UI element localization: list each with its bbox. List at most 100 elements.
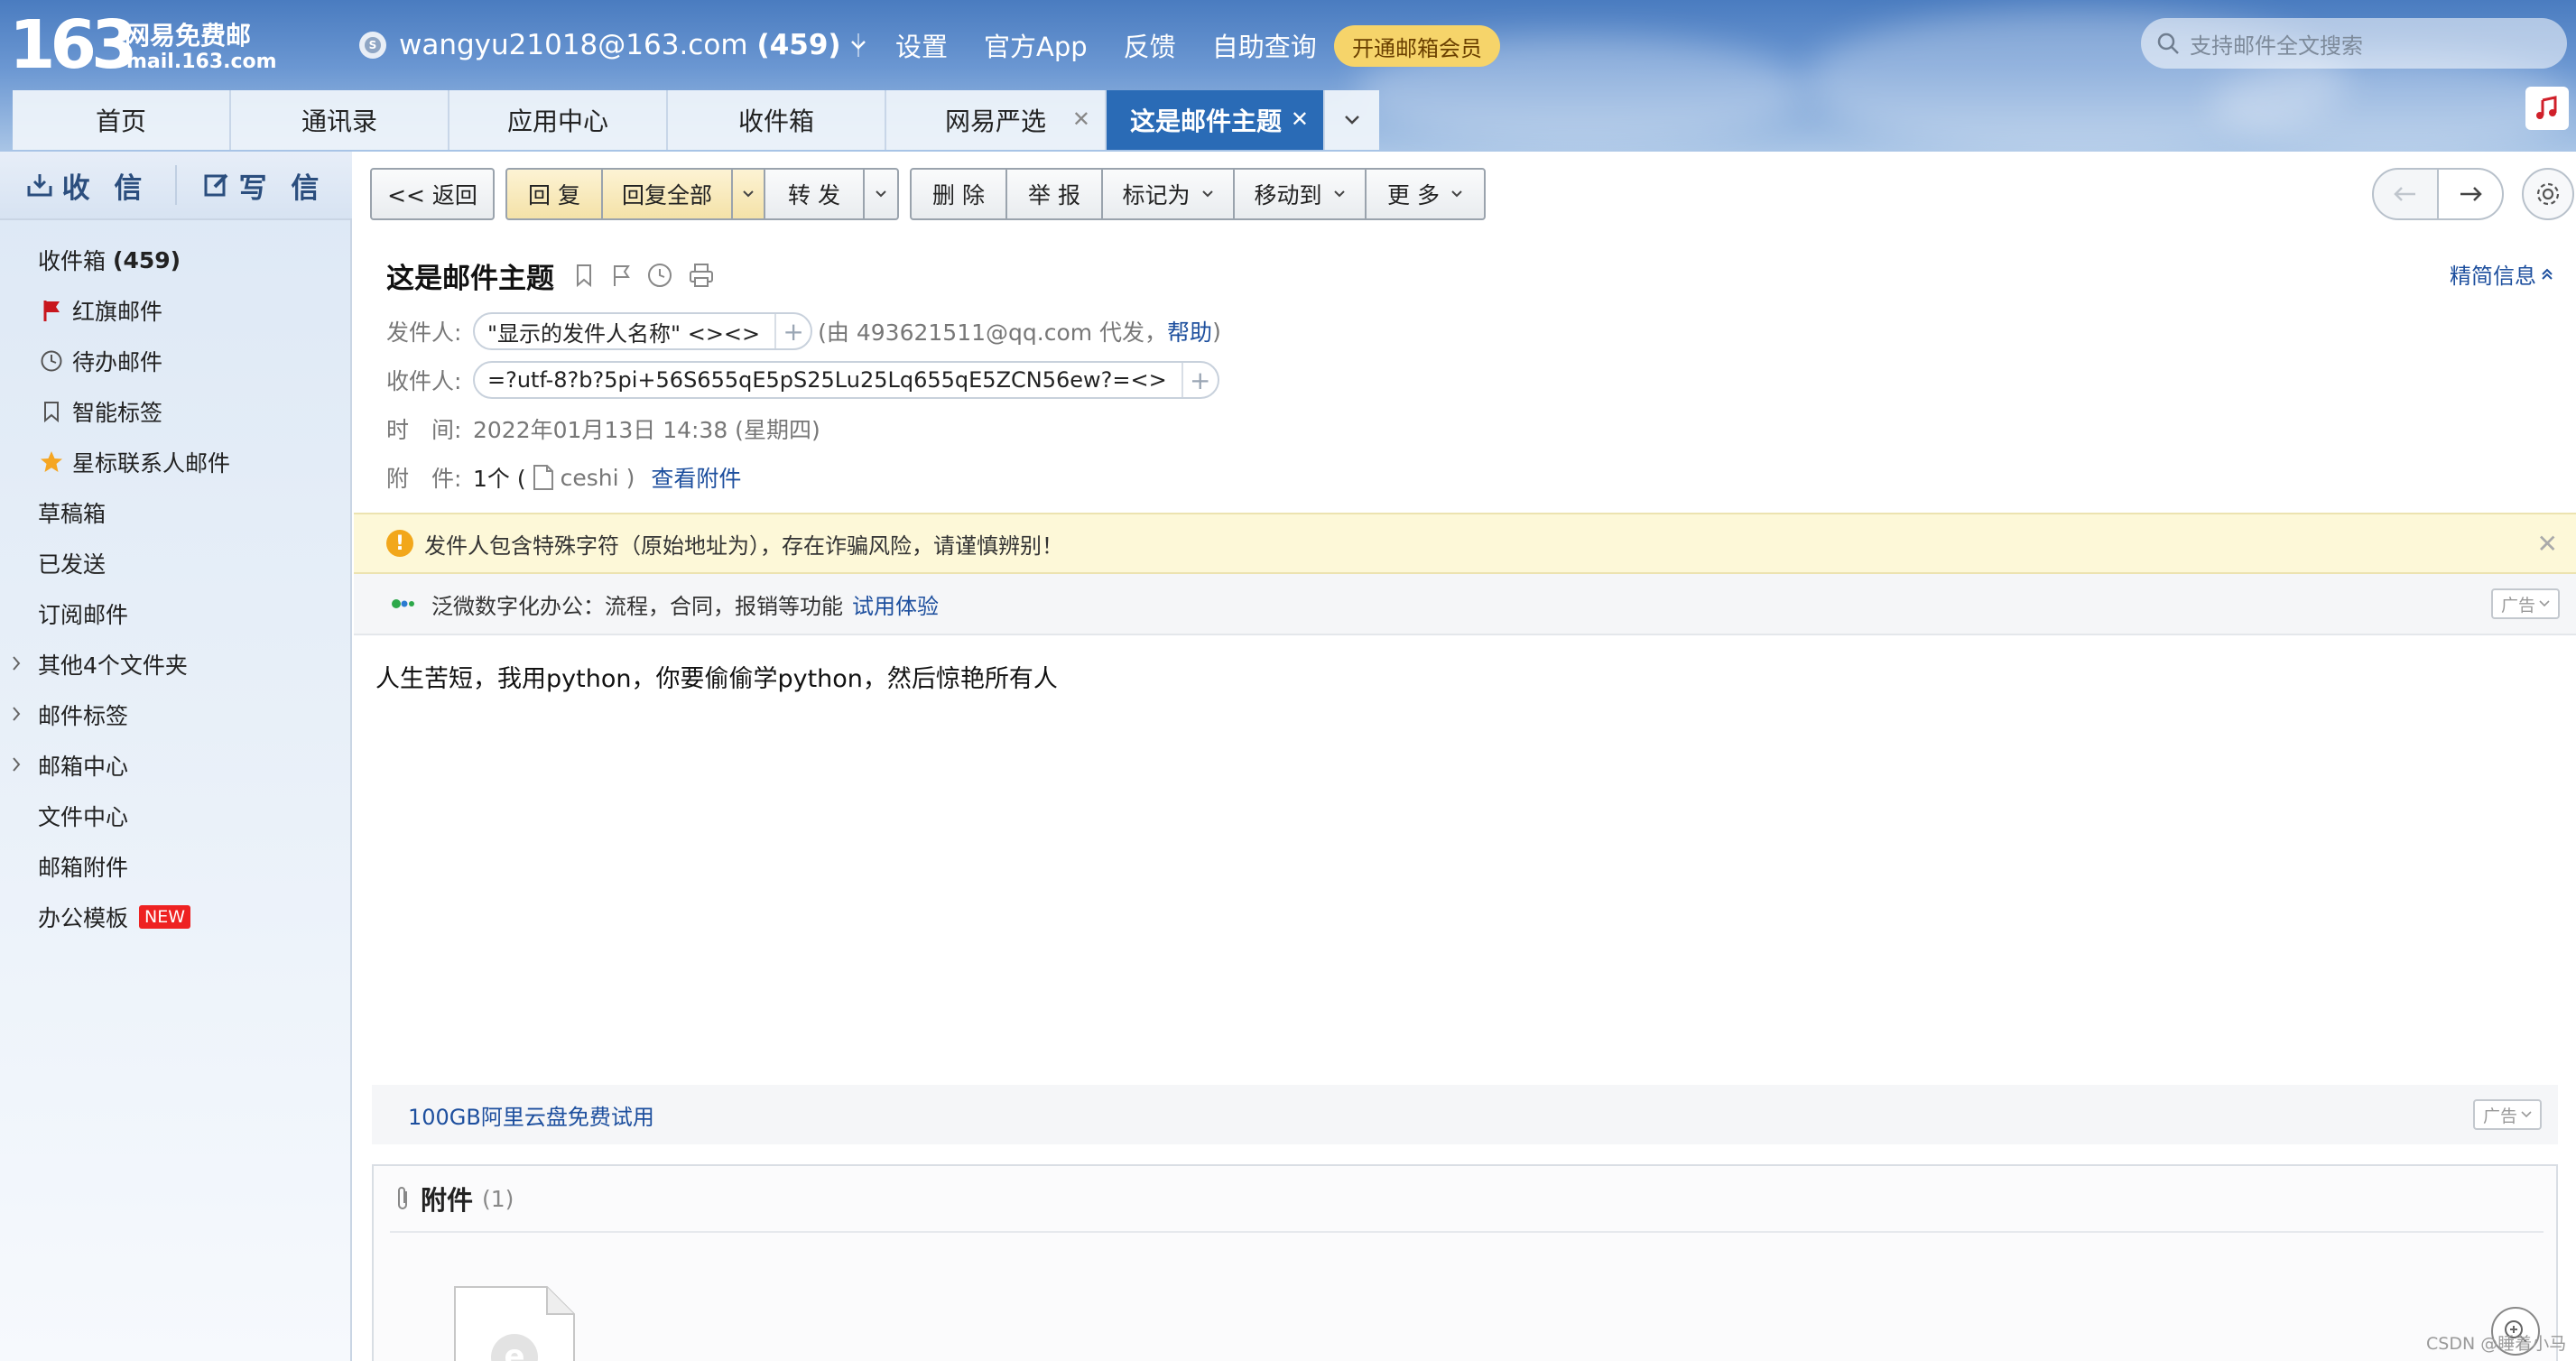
move-to-button[interactable]: 移动到: [1233, 168, 1367, 220]
folder-inbox[interactable]: 收件箱 (459): [0, 235, 352, 285]
next-mail-button[interactable]: [2437, 168, 2504, 220]
tab-current-mail[interactable]: 这是邮件主题 ✕: [1107, 90, 1325, 150]
delete-button[interactable]: 删 除: [910, 168, 1007, 220]
nav-feedback[interactable]: 反馈: [1124, 26, 1176, 64]
folder-drafts[interactable]: 草稿箱: [0, 487, 352, 538]
trial-link[interactable]: 试用体验: [852, 588, 939, 620]
folder-subscriptions[interactable]: 订阅邮件: [0, 588, 352, 639]
reply-all-button[interactable]: 回复全部: [601, 168, 733, 220]
chevron-right-icon[interactable]: [11, 704, 22, 724]
account-email: wangyu21018@163.com: [399, 29, 748, 61]
tab-yanxuan[interactable]: 网易严选 ✕: [886, 90, 1107, 150]
folder-label: 办公模板: [38, 905, 129, 931]
chevron-down-icon: [875, 190, 887, 199]
nav-divider: [857, 33, 859, 57]
compose-button[interactable]: 写 信: [177, 152, 352, 218]
flag-icon[interactable]: [610, 263, 632, 288]
nav-self-service[interactable]: 自助查询: [1212, 26, 1317, 64]
close-icon[interactable]: ✕: [2537, 529, 2558, 559]
ad-tag[interactable]: 广告: [2473, 1099, 2542, 1130]
to-label: 收件人:: [386, 368, 462, 394]
settings-button[interactable]: [2522, 168, 2574, 220]
vip-button[interactable]: 开通邮箱会员: [1334, 25, 1500, 67]
add-contact-icon[interactable]: +: [1181, 363, 1218, 397]
previous-mail-button[interactable]: [2372, 168, 2439, 220]
sender-chip[interactable]: "显示的发件人名称" <><> +: [473, 312, 813, 350]
close-icon[interactable]: ✕: [1072, 106, 1090, 132]
chevron-down-icon: [2539, 600, 2550, 607]
clock-icon[interactable]: [646, 262, 673, 289]
music-button[interactable]: [2525, 87, 2569, 130]
search-box[interactable]: 支持邮件全文搜索: [2141, 18, 2567, 69]
folder-label: 已发送: [38, 551, 107, 578]
nav-official-app[interactable]: 官方App: [984, 26, 1088, 64]
attachment-file-thumbnail[interactable]: e: [453, 1285, 576, 1361]
folder-label: 其他4个文件夹: [38, 653, 188, 679]
back-button[interactable]: << 返回: [370, 168, 495, 220]
folder-starred-contacts[interactable]: 星标联系人邮件: [0, 437, 352, 487]
folder-mail-tags[interactable]: 邮件标签: [0, 690, 352, 740]
tab-bar: 首页 通讯录 应用中心 收件箱 网易严选 ✕ 这是邮件主题 ✕: [13, 90, 1379, 150]
tab-home[interactable]: 首页: [13, 90, 231, 150]
folder-label: 红旗邮件: [72, 299, 163, 325]
ad-banner-bottom: 100GB阿里云盘免费试用 广告: [372, 1085, 2558, 1144]
search-icon: [2155, 31, 2181, 56]
report-button[interactable]: 举 报: [1005, 168, 1103, 220]
forward-dropdown[interactable]: [863, 168, 899, 220]
aliyun-drive-link[interactable]: 100GB阿里云盘免费试用: [408, 1099, 654, 1131]
help-link[interactable]: 帮助: [1167, 315, 1212, 347]
recipient-address: =?utf-8?b?5pi+56S655qE5pS25Lu25Lq655qE5Z…: [487, 367, 1167, 393]
attachments-divider: [390, 1231, 2544, 1233]
nav-settings[interactable]: 设置: [895, 26, 948, 64]
move-to-label: 移动到: [1254, 182, 1322, 208]
reply-button[interactable]: 回 复: [505, 168, 603, 220]
chevron-down-icon: [1450, 190, 1463, 199]
view-attachment-link[interactable]: 查看附件: [651, 461, 741, 494]
chevron-down-icon: [2521, 1111, 2532, 1118]
folder-red-flag[interactable]: 红旗邮件: [0, 285, 352, 336]
forward-button[interactable]: 转 发: [764, 168, 865, 220]
tab-inbox[interactable]: 收件箱: [668, 90, 886, 150]
folder-todo[interactable]: 待办邮件: [0, 336, 352, 386]
folder-other-folders[interactable]: 其他4个文件夹: [0, 639, 352, 690]
svg-text:e: e: [504, 1338, 524, 1361]
chevron-right-icon[interactable]: [11, 653, 22, 673]
tab-more-button[interactable]: [1325, 90, 1379, 150]
recipient-chip[interactable]: =?utf-8?b?5pi+56S655qE5pS25Lu25Lq655qE5Z…: [473, 361, 1219, 399]
add-contact-icon[interactable]: +: [774, 314, 811, 348]
tab-label: 首页: [95, 106, 146, 136]
tab-contacts[interactable]: 通讯录: [231, 90, 449, 150]
folder-label: 草稿箱: [38, 501, 107, 527]
folder-sent[interactable]: 已发送: [0, 538, 352, 588]
reply-all-dropdown[interactable]: [731, 168, 765, 220]
ad-tag[interactable]: 广告: [2491, 588, 2560, 619]
print-icon[interactable]: [688, 262, 715, 289]
tab-label: 网易严选: [944, 106, 1046, 136]
attachments-title: 附件: [421, 1185, 474, 1216]
folder-office-templates[interactable]: 办公模板 NEW: [0, 892, 352, 942]
folder-mailbox-center[interactable]: 邮箱中心: [0, 740, 352, 791]
new-badge: NEW: [139, 905, 191, 929]
folder-smart-tags[interactable]: 智能标签: [0, 386, 352, 437]
folder-mailbox-attachments[interactable]: 邮箱附件: [0, 841, 352, 892]
bookmark-icon: [38, 398, 65, 425]
tab-label: 通讯录: [301, 106, 377, 136]
mark-as-button[interactable]: 标记为: [1101, 168, 1235, 220]
to-row: 收件人: =?utf-8?b?5pi+56S655qE5pS25Lu25Lq65…: [386, 356, 2553, 404]
tab-app-center[interactable]: 应用中心: [449, 90, 668, 150]
brief-info-toggle[interactable]: 精简信息: [2450, 258, 2554, 290]
sidebar: 收 信 写 信 收件箱 (459) 红旗邮件 待办邮件 智能标签 星标联系人邮件…: [0, 152, 352, 1361]
tab-label: 这是邮件主题: [1129, 106, 1282, 136]
folder-label: 收件箱: [38, 248, 107, 274]
bookmark-icon[interactable]: [574, 263, 594, 288]
folder-file-center[interactable]: 文件中心: [0, 791, 352, 841]
chevron-down-icon: [1333, 190, 1346, 199]
receive-button[interactable]: 收 信: [0, 152, 175, 218]
more-button[interactable]: 更 多: [1365, 168, 1486, 220]
header: 163 网易免费邮 mail.163.com S wangyu21018@163…: [0, 0, 2576, 152]
chevron-right-icon[interactable]: [11, 755, 22, 774]
search-input[interactable]: 支持邮件全文搜索: [2190, 28, 2363, 60]
attachment-name[interactable]: ceshi: [561, 465, 619, 491]
close-icon[interactable]: ✕: [1291, 106, 1309, 132]
account-menu[interactable]: S wangyu21018@163.com (459): [359, 25, 866, 65]
